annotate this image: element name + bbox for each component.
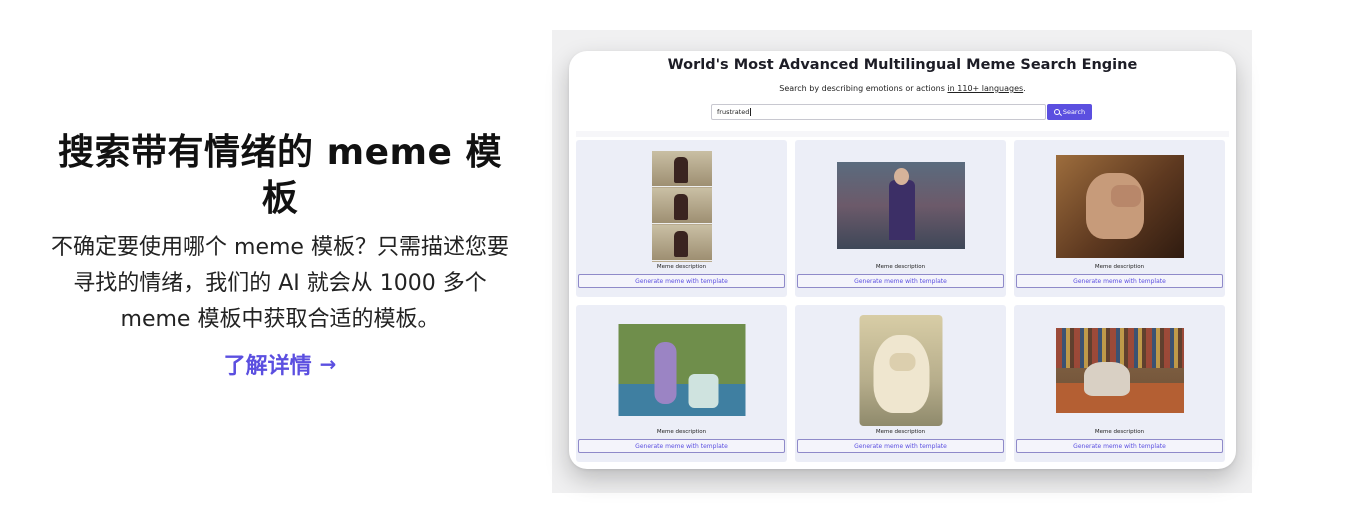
result-card: Meme description Generate meme with temp… bbox=[1014, 140, 1225, 297]
result-card: Meme description Generate meme with temp… bbox=[795, 140, 1006, 297]
generate-meme-button[interactable]: Generate meme with template bbox=[578, 274, 785, 288]
meme-image[interactable] bbox=[1055, 328, 1184, 413]
feature-text: 搜索带有情绪的 meme 模板 不确定要使用哪个 meme 模板？只需描述您要寻… bbox=[50, 130, 510, 380]
meme-image[interactable] bbox=[836, 162, 965, 249]
meme-description: Meme description bbox=[656, 429, 707, 435]
generate-meme-button[interactable]: Generate meme with template bbox=[797, 439, 1004, 453]
feature-title: 搜索带有情绪的 meme 模板 bbox=[58, 132, 502, 219]
app-title: World's Most Advanced Multilingual Meme … bbox=[667, 57, 1138, 73]
generate-meme-button[interactable]: Generate meme with template bbox=[1016, 274, 1223, 288]
meme-description: Meme description bbox=[875, 429, 926, 435]
app-screenshot: World's Most Advanced Multilingual Meme … bbox=[569, 51, 1236, 469]
meme-description: Meme description bbox=[1094, 264, 1145, 270]
search-button[interactable]: Search bbox=[1047, 104, 1092, 120]
result-card: Meme description Generate meme with temp… bbox=[576, 140, 787, 297]
result-card: Meme description Generate meme with temp… bbox=[1014, 305, 1225, 462]
generate-meme-button[interactable]: Generate meme with template bbox=[578, 439, 785, 453]
meme-image[interactable] bbox=[1055, 155, 1184, 258]
result-card: Meme description Generate meme with temp… bbox=[576, 305, 787, 462]
meme-image[interactable] bbox=[651, 151, 712, 262]
generate-meme-button[interactable]: Generate meme with template bbox=[1016, 439, 1223, 453]
languages-link[interactable]: in 110+ languages bbox=[947, 84, 1023, 93]
app-subtitle: Search by describing emotions or actions… bbox=[569, 84, 1236, 93]
meme-image[interactable] bbox=[618, 324, 745, 416]
search-input[interactable]: frustrated bbox=[711, 104, 1046, 120]
learn-more-label: 了解详情 bbox=[223, 354, 312, 379]
meme-image[interactable] bbox=[859, 315, 942, 426]
generate-meme-button[interactable]: Generate meme with template bbox=[797, 274, 1004, 288]
meme-description: Meme description bbox=[656, 264, 707, 270]
learn-more-link[interactable]: 了解详情 → bbox=[224, 348, 337, 380]
subtitle-text: Search by describing emotions or actions bbox=[779, 84, 948, 93]
meme-description: Meme description bbox=[1094, 429, 1145, 435]
result-card: Meme description Generate meme with temp… bbox=[795, 305, 1006, 462]
search-icon bbox=[1053, 109, 1060, 115]
feature-description: 不确定要使用哪个 meme 模板？只需描述您要寻找的情绪，我们的 AI 就会从 … bbox=[51, 235, 509, 332]
search-button-label: Search bbox=[1062, 108, 1086, 116]
arrow-right-icon: → bbox=[319, 352, 337, 376]
divider bbox=[576, 131, 1229, 137]
search-input-value: frustrated bbox=[717, 108, 750, 116]
subtitle-suffix: . bbox=[1023, 84, 1026, 93]
meme-description: Meme description bbox=[875, 264, 926, 270]
results-grid: Meme description Generate meme with temp… bbox=[576, 140, 1229, 462]
